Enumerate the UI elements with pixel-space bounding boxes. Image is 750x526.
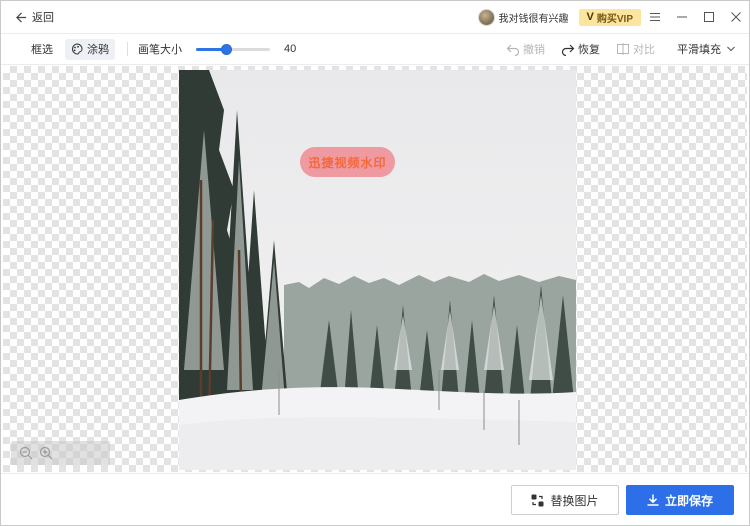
save-now-label: 立即保存 — [664, 493, 713, 508]
app-window: 返回 我对钱很有兴趣 V 购买VIP 框选 涂鸦 画笔大小 40 撤销 恢复 对… — [0, 0, 750, 526]
undo-icon — [506, 44, 520, 56]
brush-size-slider[interactable] — [196, 42, 270, 56]
zoom-out-icon[interactable] — [19, 446, 33, 460]
editor-canvas[interactable]: 迅捷视频水印 — [3, 66, 747, 472]
undo-button[interactable]: 撤销 — [506, 41, 545, 57]
redo-label: 恢复 — [578, 44, 600, 56]
menu-button[interactable] — [641, 1, 668, 33]
undo-label: 撤销 — [523, 44, 545, 56]
avatar[interactable] — [477, 8, 495, 26]
brush-size-value: 40 — [284, 43, 297, 55]
download-icon — [647, 494, 659, 506]
title-bar: 返回 我对钱很有兴趣 V 购买VIP — [1, 1, 749, 34]
arrow-left-icon — [16, 11, 27, 23]
watermark-region[interactable]: 迅捷视频水印 — [300, 147, 395, 177]
minimize-icon — [676, 16, 687, 18]
maximize-button[interactable] — [695, 1, 722, 33]
close-button[interactable] — [722, 1, 749, 33]
watermark-text: 迅捷视频水印 — [308, 155, 387, 170]
replace-icon — [531, 494, 544, 506]
vip-label: 购买VIP — [596, 13, 633, 25]
maximize-icon — [703, 12, 714, 22]
photo-image — [179, 70, 576, 470]
snowy-forest-photo[interactable]: 迅捷视频水印 — [179, 70, 576, 470]
compare-button[interactable]: 对比 — [616, 41, 655, 57]
compare-label: 对比 — [633, 44, 655, 56]
brush-tool-label: 涂鸦 — [87, 44, 109, 56]
redo-icon — [561, 44, 575, 56]
fill-mode-label: 平滑填充 — [677, 44, 721, 56]
buy-vip-button[interactable]: V 购买VIP — [578, 8, 641, 26]
select-tool-label: 框选 — [31, 44, 53, 56]
close-icon — [730, 12, 741, 22]
slider-thumb[interactable] — [220, 44, 232, 55]
save-now-button[interactable]: 立即保存 — [626, 485, 734, 515]
fill-mode-select[interactable]: 平滑填充 — [677, 41, 735, 57]
palette-icon — [71, 43, 83, 55]
toolbar-right: 撤销 恢复 对比 平滑填充 — [490, 41, 749, 57]
username[interactable]: 我对钱很有兴趣 — [499, 10, 569, 25]
vip-icon: V — [586, 11, 594, 23]
replace-image-button[interactable]: 替换图片 — [511, 485, 619, 515]
compare-icon — [617, 43, 629, 55]
footer-bar: 替换图片 立即保存 — [1, 473, 749, 525]
zoom-controls — [11, 441, 110, 465]
select-tool-button[interactable]: 框选 — [25, 39, 59, 60]
title-right: 我对钱很有兴趣 V 购买VIP — [477, 1, 749, 33]
brush-tool-button[interactable]: 涂鸦 — [65, 38, 115, 60]
toolbar-divider — [127, 42, 128, 56]
back-button[interactable]: 返回 — [16, 9, 54, 25]
minimize-button[interactable] — [668, 1, 695, 33]
redo-button[interactable]: 恢复 — [561, 41, 600, 57]
menu-icon — [649, 13, 660, 21]
zoom-in-icon[interactable] — [39, 446, 53, 460]
chevron-down-icon — [727, 46, 735, 52]
brush-size-label: 画笔大小 — [138, 44, 182, 56]
tool-bar: 框选 涂鸦 画笔大小 40 撤销 恢复 对比 平滑填充 — [1, 34, 749, 65]
back-label: 返回 — [32, 12, 54, 24]
replace-image-label: 替换图片 — [550, 493, 599, 508]
